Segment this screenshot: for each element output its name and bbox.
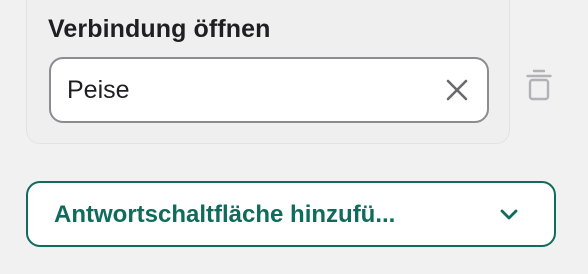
chevron-down-icon (500, 209, 518, 220)
connection-input-field[interactable] (49, 57, 489, 123)
add-answer-button[interactable]: Antwortschaltfläche hinzufü... (26, 181, 556, 247)
trash-icon (526, 69, 552, 101)
field-label: Verbindung öffnen (48, 15, 271, 43)
delete-button[interactable] (526, 69, 552, 101)
close-icon (446, 79, 468, 101)
add-answer-button-label: Antwortschaltfläche hinzufü... (54, 201, 396, 228)
connection-input[interactable] (67, 59, 427, 121)
clear-button[interactable] (443, 76, 471, 104)
